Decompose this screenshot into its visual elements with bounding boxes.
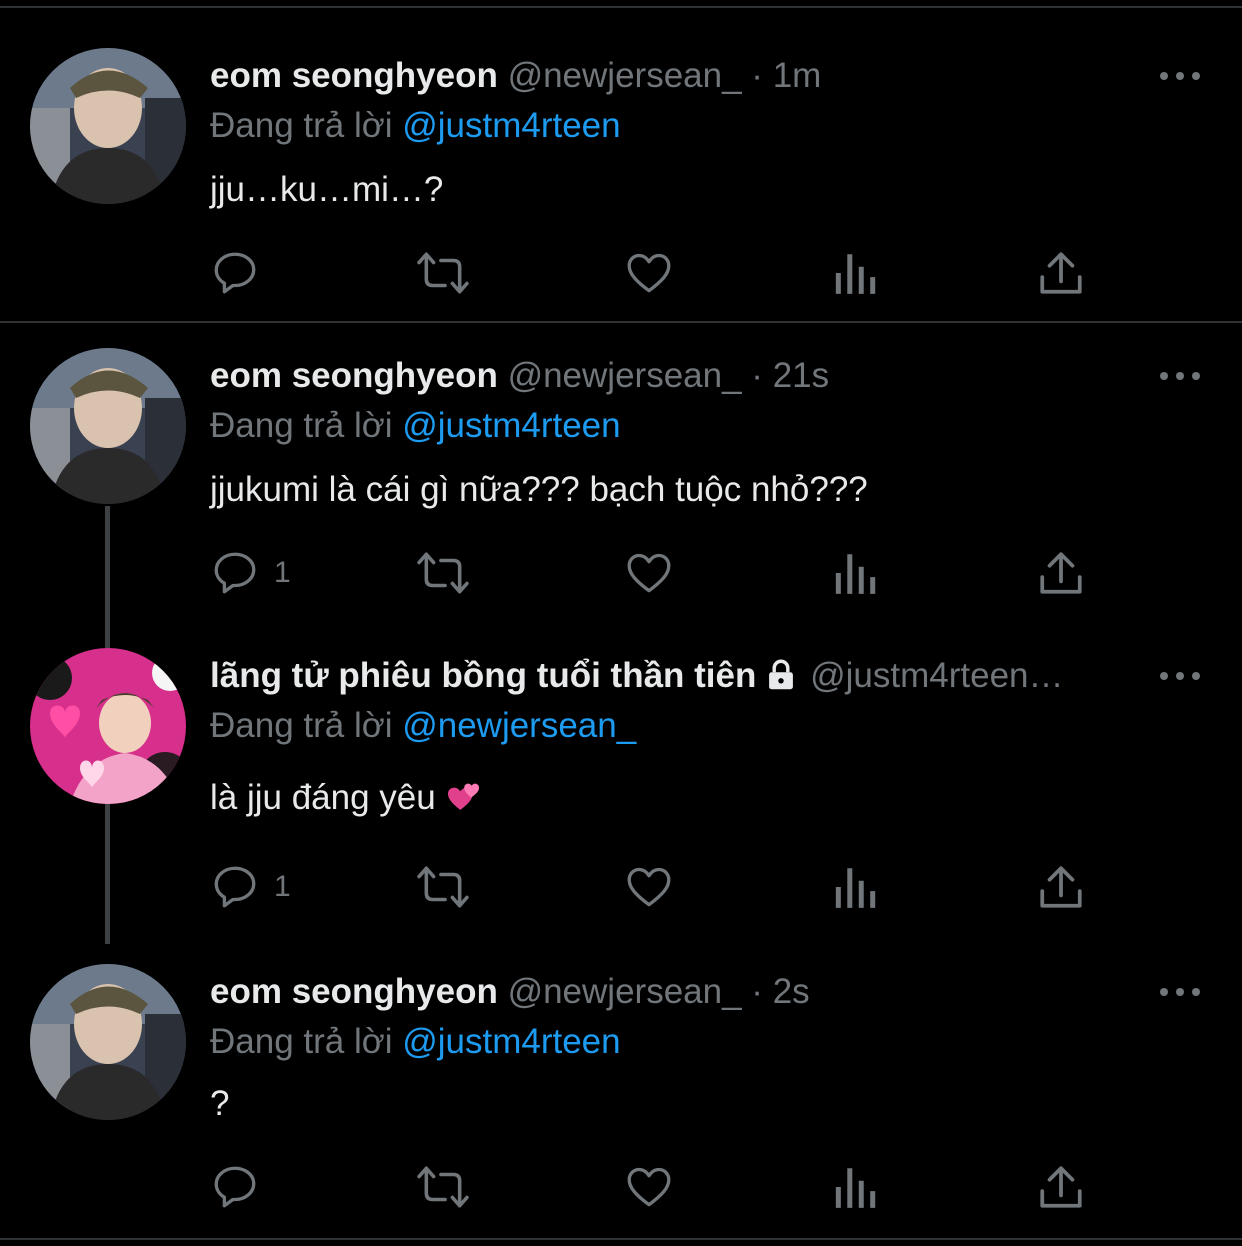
action-bar: 1 — [210, 548, 1110, 598]
reply-button[interactable]: 1 — [210, 862, 291, 912]
retweet-icon — [417, 1166, 469, 1208]
reply-count: 1 — [274, 870, 291, 903]
retweet-icon — [417, 252, 469, 294]
retweet-button[interactable] — [415, 1162, 471, 1212]
like-button[interactable] — [624, 548, 674, 598]
replying-to-label: Đang trả lời — [210, 106, 393, 145]
share-icon — [1040, 552, 1082, 594]
reply-count: 1 — [274, 556, 291, 589]
more-icon[interactable] — [1158, 982, 1202, 1002]
retweet-icon — [417, 552, 469, 594]
reply-button[interactable]: 1 — [210, 548, 291, 598]
heart-icon — [627, 867, 671, 907]
reply-icon — [214, 252, 256, 294]
replying-to-label: Đang trả lời — [210, 706, 393, 745]
thread-connector — [105, 804, 110, 944]
heart-icon — [627, 553, 671, 593]
bottom-divider — [0, 1238, 1242, 1240]
analytics-icon — [835, 554, 876, 594]
more-icon[interactable] — [1158, 366, 1202, 386]
retweet-button[interactable] — [415, 548, 471, 598]
separator-dot: · — [751, 356, 763, 395]
separator-dot: · — [751, 972, 763, 1011]
tweet-1[interactable]: eom seonghyeon @newjersean_ · 1m Đang tr… — [0, 0, 1242, 322]
share-button[interactable] — [1038, 862, 1084, 912]
share-icon — [1040, 866, 1082, 908]
user-handle[interactable]: @newjersean_ — [508, 56, 742, 95]
like-button[interactable] — [624, 248, 674, 298]
user-handle[interactable]: @newjersean_ — [508, 972, 742, 1011]
user-handle[interactable]: @justm4rteen… — [810, 656, 1063, 695]
share-button[interactable] — [1038, 248, 1084, 298]
reply-icon — [214, 1166, 256, 1208]
tweet-text: là jju đáng yêu — [210, 778, 436, 817]
avatar[interactable] — [30, 964, 186, 1120]
action-bar — [210, 248, 1110, 298]
avatar[interactable] — [30, 48, 186, 204]
reply-icon — [214, 552, 256, 594]
share-icon — [1040, 252, 1082, 294]
action-bar — [210, 1162, 1110, 1212]
reply-mention-link[interactable]: @justm4rteen — [402, 1022, 620, 1061]
retweet-icon — [417, 866, 469, 908]
analytics-icon — [835, 1168, 876, 1208]
analytics-button[interactable] — [832, 248, 878, 298]
analytics-icon — [835, 254, 876, 294]
reply-button[interactable] — [210, 248, 274, 298]
replying-to-label: Đang trả lời — [210, 1022, 393, 1061]
reply-button[interactable] — [210, 1162, 274, 1212]
tweet-4[interactable]: eom seonghyeon @newjersean_ · 2s Đang tr… — [0, 938, 1242, 1238]
analytics-icon — [835, 868, 876, 908]
heart-icon — [627, 1167, 671, 1207]
analytics-button[interactable] — [832, 862, 878, 912]
reply-mention-link[interactable]: @newjersean_ — [402, 706, 636, 745]
display-name[interactable]: lãng tử phiêu bồng tuổi thần tiên — [210, 656, 756, 695]
like-button[interactable] — [624, 1162, 674, 1212]
display-name[interactable]: eom seonghyeon — [210, 356, 498, 395]
share-button[interactable] — [1038, 1162, 1084, 1212]
analytics-button[interactable] — [832, 1162, 878, 1212]
analytics-button[interactable] — [832, 548, 878, 598]
share-button[interactable] — [1038, 548, 1084, 598]
replying-to-label: Đang trả lời — [210, 406, 393, 445]
retweet-button[interactable] — [415, 248, 471, 298]
reply-mention-link[interactable]: @justm4rteen — [402, 406, 620, 445]
avatar[interactable] — [30, 648, 186, 804]
tweet-2[interactable]: eom seonghyeon @newjersean_ · 21s Đang t… — [0, 322, 1242, 648]
tweet-body: là jju đáng yêu — [210, 776, 484, 824]
reply-mention-link[interactable]: @justm4rteen — [402, 106, 620, 145]
display-name[interactable]: eom seonghyeon — [210, 972, 498, 1011]
avatar[interactable] — [30, 348, 186, 504]
separator-dot: · — [751, 56, 763, 95]
heart-icon — [627, 253, 671, 293]
more-icon[interactable] — [1158, 66, 1202, 86]
retweet-button[interactable] — [415, 862, 471, 912]
timestamp[interactable]: 2s — [773, 972, 810, 1011]
tweet-3[interactable]: lãng tử phiêu bồng tuổi thần tiên @justm… — [0, 622, 1242, 944]
tweet-text: jjukumi là cái gì nữa??? bạch tuộc nhỏ??… — [210, 470, 868, 509]
lock-icon — [762, 657, 800, 702]
reply-icon — [214, 866, 256, 908]
timestamp[interactable]: 1m — [773, 56, 822, 95]
display-name[interactable]: eom seonghyeon — [210, 56, 498, 95]
user-handle[interactable]: @newjersean_ — [508, 356, 742, 395]
tweet-text: jju…ku…mi…? — [210, 170, 444, 209]
action-bar: 1 — [210, 862, 1110, 912]
tweet-text: ? — [210, 1084, 230, 1123]
timestamp[interactable]: 21s — [773, 356, 829, 395]
two-hearts-emoji — [446, 779, 484, 824]
more-icon[interactable] — [1158, 666, 1202, 686]
share-icon — [1040, 1166, 1082, 1208]
like-button[interactable] — [624, 862, 674, 912]
